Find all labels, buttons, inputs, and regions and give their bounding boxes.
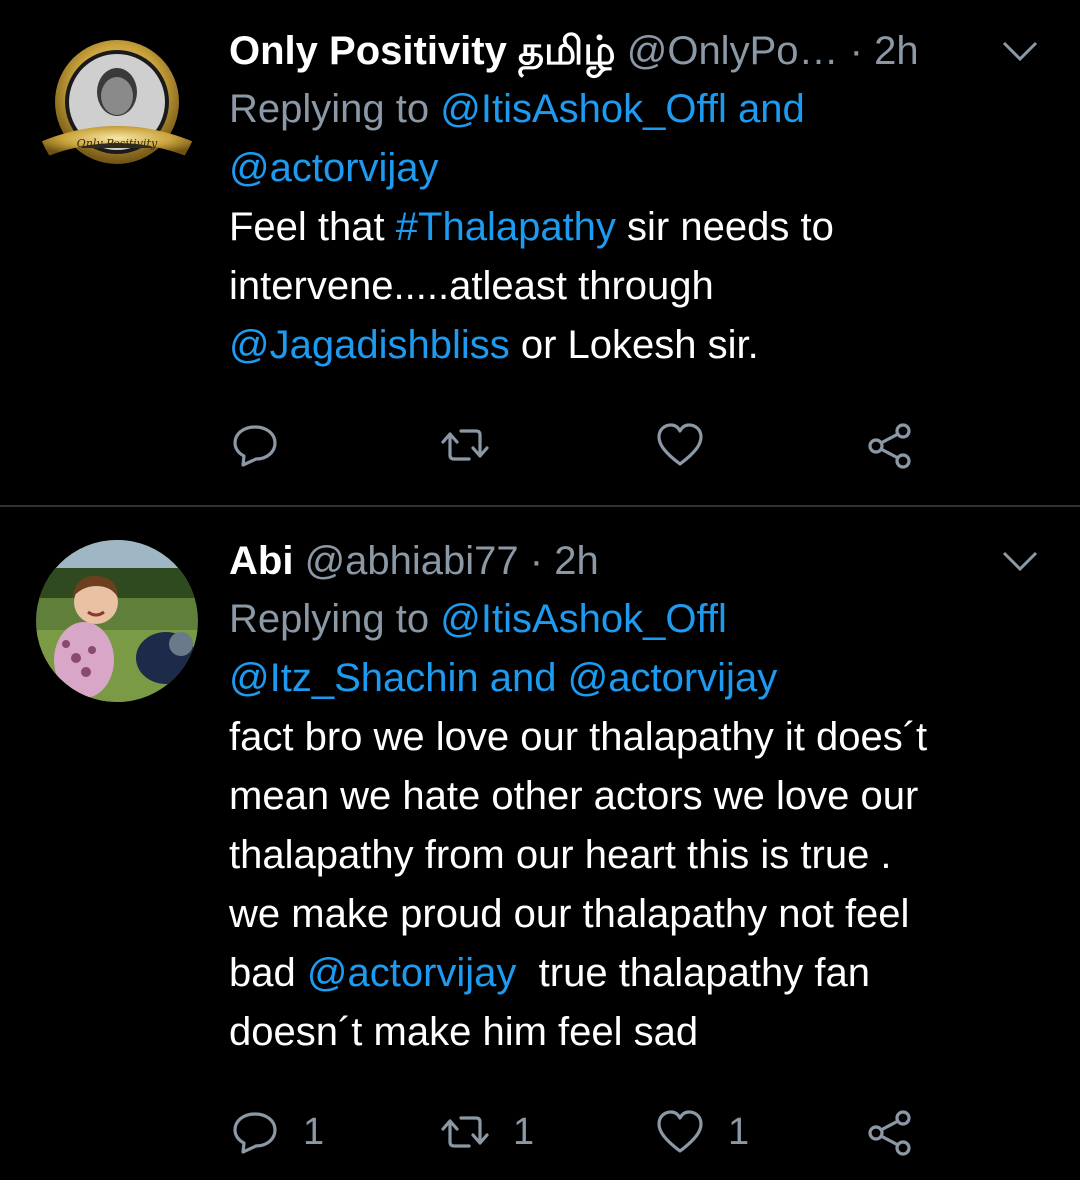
text-line: fact bro we love our thalapathy it does´… bbox=[229, 715, 928, 759]
mention-link[interactable]: @actorvijay bbox=[568, 656, 778, 700]
mention-link[interactable]: @actorvijay bbox=[307, 951, 517, 995]
retweet-icon bbox=[441, 1116, 489, 1148]
mention-link[interactable]: @Jagadishbliss bbox=[229, 323, 510, 367]
heart-icon bbox=[657, 1110, 703, 1153]
text-segment: true thalapathy fan bbox=[516, 951, 870, 995]
text-line: intervene.....atleast through bbox=[229, 264, 714, 308]
share-button[interactable] bbox=[865, 1102, 917, 1162]
replying-to-label: Replying to bbox=[229, 597, 430, 641]
tweet-header: Only Positivity தமிழ் @OnlyPo… · 2h bbox=[229, 22, 1040, 80]
reply-icon bbox=[233, 1112, 277, 1154]
tweet-content: Only Positivity தமிழ் @OnlyPo… · 2h Repl… bbox=[229, 22, 1040, 375]
tweet-actions: 1 1 1 bbox=[229, 1102, 949, 1162]
like-button[interactable]: 1 bbox=[654, 1102, 749, 1162]
text-line: thalapathy from our heart this is true . bbox=[229, 833, 892, 877]
avatar-abi-image bbox=[36, 540, 198, 702]
retweet-button[interactable]: 1 bbox=[439, 1102, 534, 1162]
avatar-only-positivity-image: Only Positivity bbox=[36, 30, 198, 192]
avatar[interactable]: Only Positivity bbox=[36, 30, 198, 192]
timestamp[interactable]: 2h bbox=[874, 29, 919, 73]
tweet-content: Abi @abhiabi77 · 2h Replying to @ItisAsh… bbox=[229, 532, 1040, 1062]
tweet-text: fact bro we love our thalapathy it does´… bbox=[229, 708, 1040, 1062]
text-segment: bad bbox=[229, 951, 307, 995]
tweet-header: Abi @abhiabi77 · 2h bbox=[229, 532, 1040, 590]
reply-button[interactable] bbox=[229, 415, 281, 475]
text-segment: Feel that bbox=[229, 205, 396, 249]
mention-link[interactable]: @ItisAshok_Offl bbox=[440, 87, 727, 131]
tweet[interactable]: Only Positivity Only Positivity தமிழ் @O… bbox=[0, 0, 1080, 505]
chevron-down-icon[interactable] bbox=[1000, 544, 1040, 578]
avatar[interactable] bbox=[36, 540, 198, 702]
reply-button[interactable]: 1 bbox=[229, 1102, 324, 1162]
text-line: mean we hate other actors we love our bbox=[229, 774, 919, 818]
tweet-actions bbox=[229, 415, 949, 475]
retweet-button[interactable] bbox=[439, 415, 491, 475]
mention-link[interactable]: @Itz_Shachin bbox=[229, 656, 479, 700]
handle[interactable]: @OnlyPo… bbox=[627, 29, 839, 73]
display-name[interactable]: Only Positivity தமிழ் bbox=[229, 29, 616, 73]
replying-to: Replying to @ItisAshok_Offl and @actorvi… bbox=[229, 80, 1040, 198]
heart-icon bbox=[657, 423, 703, 466]
share-button[interactable] bbox=[865, 415, 917, 475]
text-line: we make proud our thalapathy not feel bbox=[229, 892, 910, 936]
text-line: doesn´t make him feel sad bbox=[229, 1010, 699, 1054]
retweet-icon bbox=[441, 429, 489, 461]
display-name[interactable]: Abi bbox=[229, 539, 293, 583]
reply-icon bbox=[233, 425, 277, 467]
separator-dot: · bbox=[849, 29, 863, 73]
tweet[interactable]: Abi @abhiabi77 · 2h Replying to @ItisAsh… bbox=[0, 507, 1080, 1180]
hashtag-link[interactable]: #Thalapathy bbox=[396, 205, 616, 249]
tweet-text: Feel that #Thalapathy sir needs to inter… bbox=[229, 198, 1040, 375]
and-label[interactable]: and bbox=[738, 87, 805, 131]
mention-link[interactable]: @ItisAshok_Offl bbox=[440, 597, 727, 641]
text-segment: sir needs to bbox=[615, 205, 834, 249]
like-count: 1 bbox=[728, 1110, 750, 1153]
avatar-caption: Only Positivity bbox=[77, 137, 158, 150]
mention-link[interactable]: @actorvijay bbox=[229, 146, 439, 190]
like-button[interactable] bbox=[654, 415, 706, 475]
replying-to: Replying to @ItisAshok_Offl @Itz_Shachin… bbox=[229, 590, 1040, 708]
handle[interactable]: @abhiabi77 bbox=[305, 539, 519, 583]
retweet-count: 1 bbox=[513, 1110, 535, 1153]
chevron-down-icon[interactable] bbox=[1000, 34, 1040, 68]
timestamp[interactable]: 2h bbox=[554, 539, 599, 583]
and-label[interactable]: and bbox=[490, 656, 557, 700]
share-icon bbox=[868, 423, 911, 469]
share-icon bbox=[868, 1110, 911, 1156]
text-segment: or Lokesh sir. bbox=[509, 323, 759, 367]
replying-to-label: Replying to bbox=[229, 87, 430, 131]
separator-dot: · bbox=[529, 539, 544, 583]
reply-count: 1 bbox=[303, 1110, 325, 1153]
